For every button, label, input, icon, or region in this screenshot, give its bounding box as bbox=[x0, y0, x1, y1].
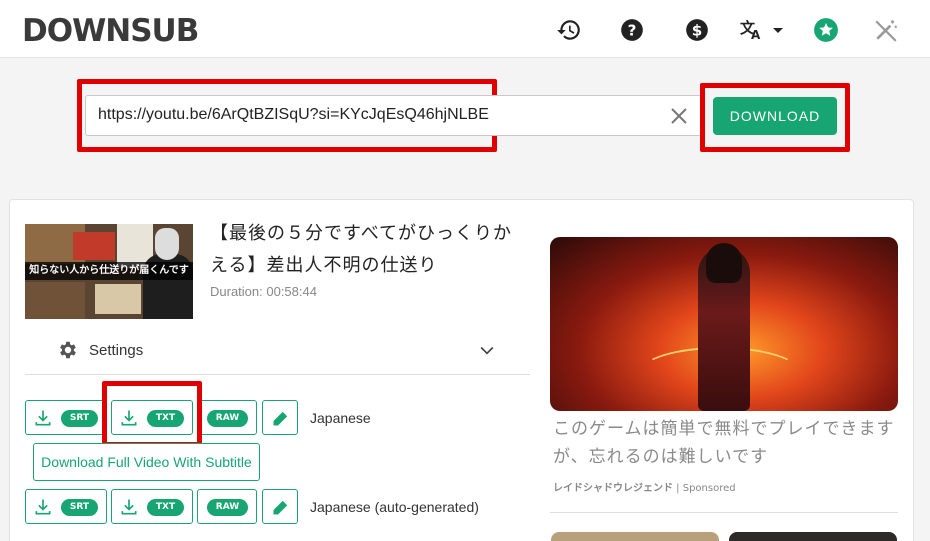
url-input-value[interactable]: https://youtu.be/6ArQtBZISqU?si=KYcJqEsQ… bbox=[98, 106, 489, 124]
download-icon bbox=[33, 497, 53, 517]
download-icon bbox=[119, 497, 139, 517]
url-input[interactable]: https://youtu.be/6ArQtBZISqU?si=KYcJqEsQ… bbox=[85, 95, 702, 136]
translate-icon[interactable]: 文A bbox=[739, 17, 785, 43]
download-full-video-button[interactable]: Download Full Video With Subtitle bbox=[33, 443, 260, 481]
ad-source[interactable]: レイドシャドウレジェンド | Sponsored bbox=[553, 479, 736, 494]
help-icon[interactable]: ? bbox=[619, 17, 645, 43]
edit-subtitle-button[interactable] bbox=[262, 400, 298, 435]
settings-toggle[interactable]: Settings bbox=[25, 334, 530, 375]
ad-source-name: レイドシャドウレジェンド bbox=[553, 483, 673, 494]
raw-badge: RAW bbox=[207, 410, 248, 427]
ad-image[interactable] bbox=[550, 237, 898, 411]
srt-download-button[interactable]: SRT bbox=[25, 489, 107, 524]
raw-download-button[interactable]: RAW bbox=[197, 400, 257, 435]
srt-badge: SRT bbox=[61, 499, 98, 516]
txt-badge: TXT bbox=[147, 499, 184, 516]
pencil-icon bbox=[273, 411, 288, 426]
subtitle-language: Japanese (auto-generated) bbox=[310, 499, 479, 515]
ad-thumbnail[interactable] bbox=[729, 532, 897, 541]
magic-wand-off-icon[interactable] bbox=[873, 17, 899, 43]
thumbnail-caption: 知らない人から仕送りが届くんです bbox=[25, 262, 193, 280]
ad-thumbnail[interactable] bbox=[551, 532, 719, 541]
ad-headline[interactable]: このゲームは簡単で無料でプレイできますが、忘れるのは難しいです bbox=[553, 415, 898, 471]
svg-text:$: $ bbox=[692, 21, 703, 39]
edit-subtitle-button[interactable] bbox=[262, 489, 298, 524]
video-title: 【最後の５分ですべてがひっくりかえる】差出人不明の仕送り bbox=[210, 223, 513, 276]
history-icon[interactable] bbox=[556, 17, 582, 43]
txt-download-button[interactable]: TXT bbox=[111, 489, 193, 524]
downsub-logo[interactable]: DOWNSUB bbox=[22, 12, 199, 50]
srt-badge: SRT bbox=[61, 410, 98, 427]
highlight-box-txt bbox=[102, 381, 202, 447]
top-navbar: DOWNSUB ? $ 文A bbox=[0, 0, 930, 58]
download-button[interactable]: DOWNLOAD bbox=[713, 97, 837, 135]
video-duration: Duration: 00:58:44 bbox=[210, 284, 317, 299]
dollar-icon[interactable]: $ bbox=[684, 17, 710, 43]
ad-divider bbox=[550, 512, 898, 513]
pencil-icon bbox=[273, 500, 288, 515]
subtitle-language: Japanese bbox=[310, 410, 371, 426]
svg-text:A: A bbox=[751, 28, 761, 42]
chevron-down-icon[interactable] bbox=[477, 340, 497, 360]
settings-label: Settings bbox=[89, 342, 144, 359]
raw-download-button[interactable]: RAW bbox=[197, 489, 257, 524]
raw-badge: RAW bbox=[207, 499, 248, 516]
star-icon[interactable] bbox=[813, 17, 839, 43]
srt-download-button[interactable]: SRT bbox=[25, 400, 107, 435]
svg-text:?: ? bbox=[628, 21, 637, 39]
download-icon bbox=[33, 408, 53, 428]
gear-icon bbox=[57, 339, 79, 361]
clear-icon[interactable] bbox=[667, 104, 691, 128]
ad-sponsored-label: | Sponsored bbox=[673, 483, 736, 494]
video-thumbnail[interactable]: 知らない人から仕送りが届くんです bbox=[25, 224, 193, 319]
